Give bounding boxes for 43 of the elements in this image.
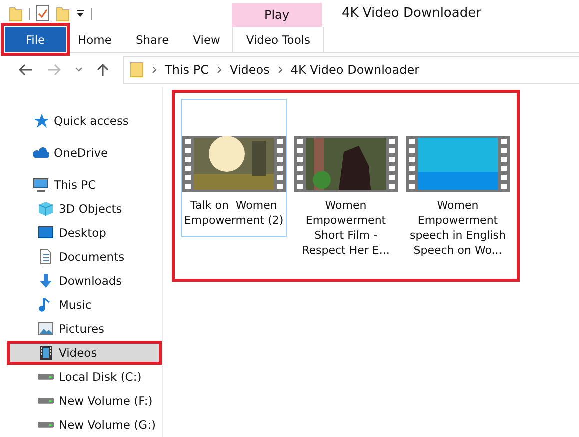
sidebar-label: New Volume (G:): [59, 418, 156, 432]
sidebar-item[interactable]: New Volume (G:): [7, 413, 162, 437]
file-item[interactable]: Women Empowerment speech in English Speech on Wo...: [405, 99, 511, 267]
ribbon-tab[interactable]: Share: [124, 27, 182, 52]
sidebar-label: This PC: [54, 178, 96, 192]
sidebar-item[interactable]: Desktop: [7, 221, 162, 245]
file-item[interactable]: Women Empowerment Short Film - Respect Her E...: [293, 99, 399, 267]
sidebar-item[interactable]: This PC: [7, 173, 162, 197]
ribbon-tab[interactable]: Video Tools: [232, 27, 324, 52]
sidebar-label: Pictures: [59, 322, 105, 336]
ribbon-tab[interactable]: File: [5, 27, 66, 52]
ribbon-tab[interactable]: View: [181, 27, 232, 52]
breadcrumb-item[interactable]: 4K Video Downloader: [290, 63, 420, 77]
sidebar-label: Desktop: [59, 226, 106, 240]
sidebar-label: Documents: [59, 250, 125, 264]
ribbon-tab[interactable]: Home: [66, 27, 124, 52]
sidebar-item[interactable]: Music: [7, 293, 162, 317]
sidebar-item[interactable]: Pictures: [7, 317, 162, 341]
sidebar-item[interactable]: OneDrive: [7, 141, 162, 165]
sidebar-item[interactable]: Local Disk (C:): [7, 365, 162, 389]
file-name: Women Empowerment speech in English Speech on Wo...: [408, 198, 507, 258]
sidebar-label: Music: [59, 298, 92, 312]
sidebar-label: Downloads: [59, 274, 122, 288]
sidebar-item[interactable]: Documents: [7, 245, 162, 269]
file-item[interactable]: Talk on Women Empowerment (2): [181, 99, 287, 237]
window-title: 4K Video Downloader: [342, 6, 482, 21]
sidebar-item[interactable]: Downloads: [7, 269, 162, 293]
sidebar-label: 3D Objects: [59, 202, 122, 216]
sidebar-label: Videos: [59, 346, 98, 360]
file-name: Talk on Women Empowerment (2): [183, 198, 285, 228]
sidebar-item[interactable]: New Volume (F:): [7, 389, 162, 413]
sidebar-item[interactable]: Quick access: [7, 109, 162, 133]
sidebar-label: Local Disk (C:): [59, 370, 142, 384]
sidebar-item[interactable]: Videos: [7, 341, 162, 365]
play-context-label: Play: [232, 3, 322, 27]
breadcrumb-item[interactable]: This PC: [165, 63, 209, 77]
sidebar-label: OneDrive: [54, 146, 108, 160]
sidebar-item[interactable]: 3D Objects: [7, 197, 162, 221]
file-name: Women Empowerment Short Film - Respect Her E...: [301, 198, 391, 258]
sidebar-label: New Volume (F:): [59, 394, 153, 408]
sidebar-label: Quick access: [54, 114, 129, 128]
address-bar[interactable]: This PC Videos 4K Video Downloader: [123, 56, 579, 84]
breadcrumb-item[interactable]: Videos: [230, 63, 270, 77]
